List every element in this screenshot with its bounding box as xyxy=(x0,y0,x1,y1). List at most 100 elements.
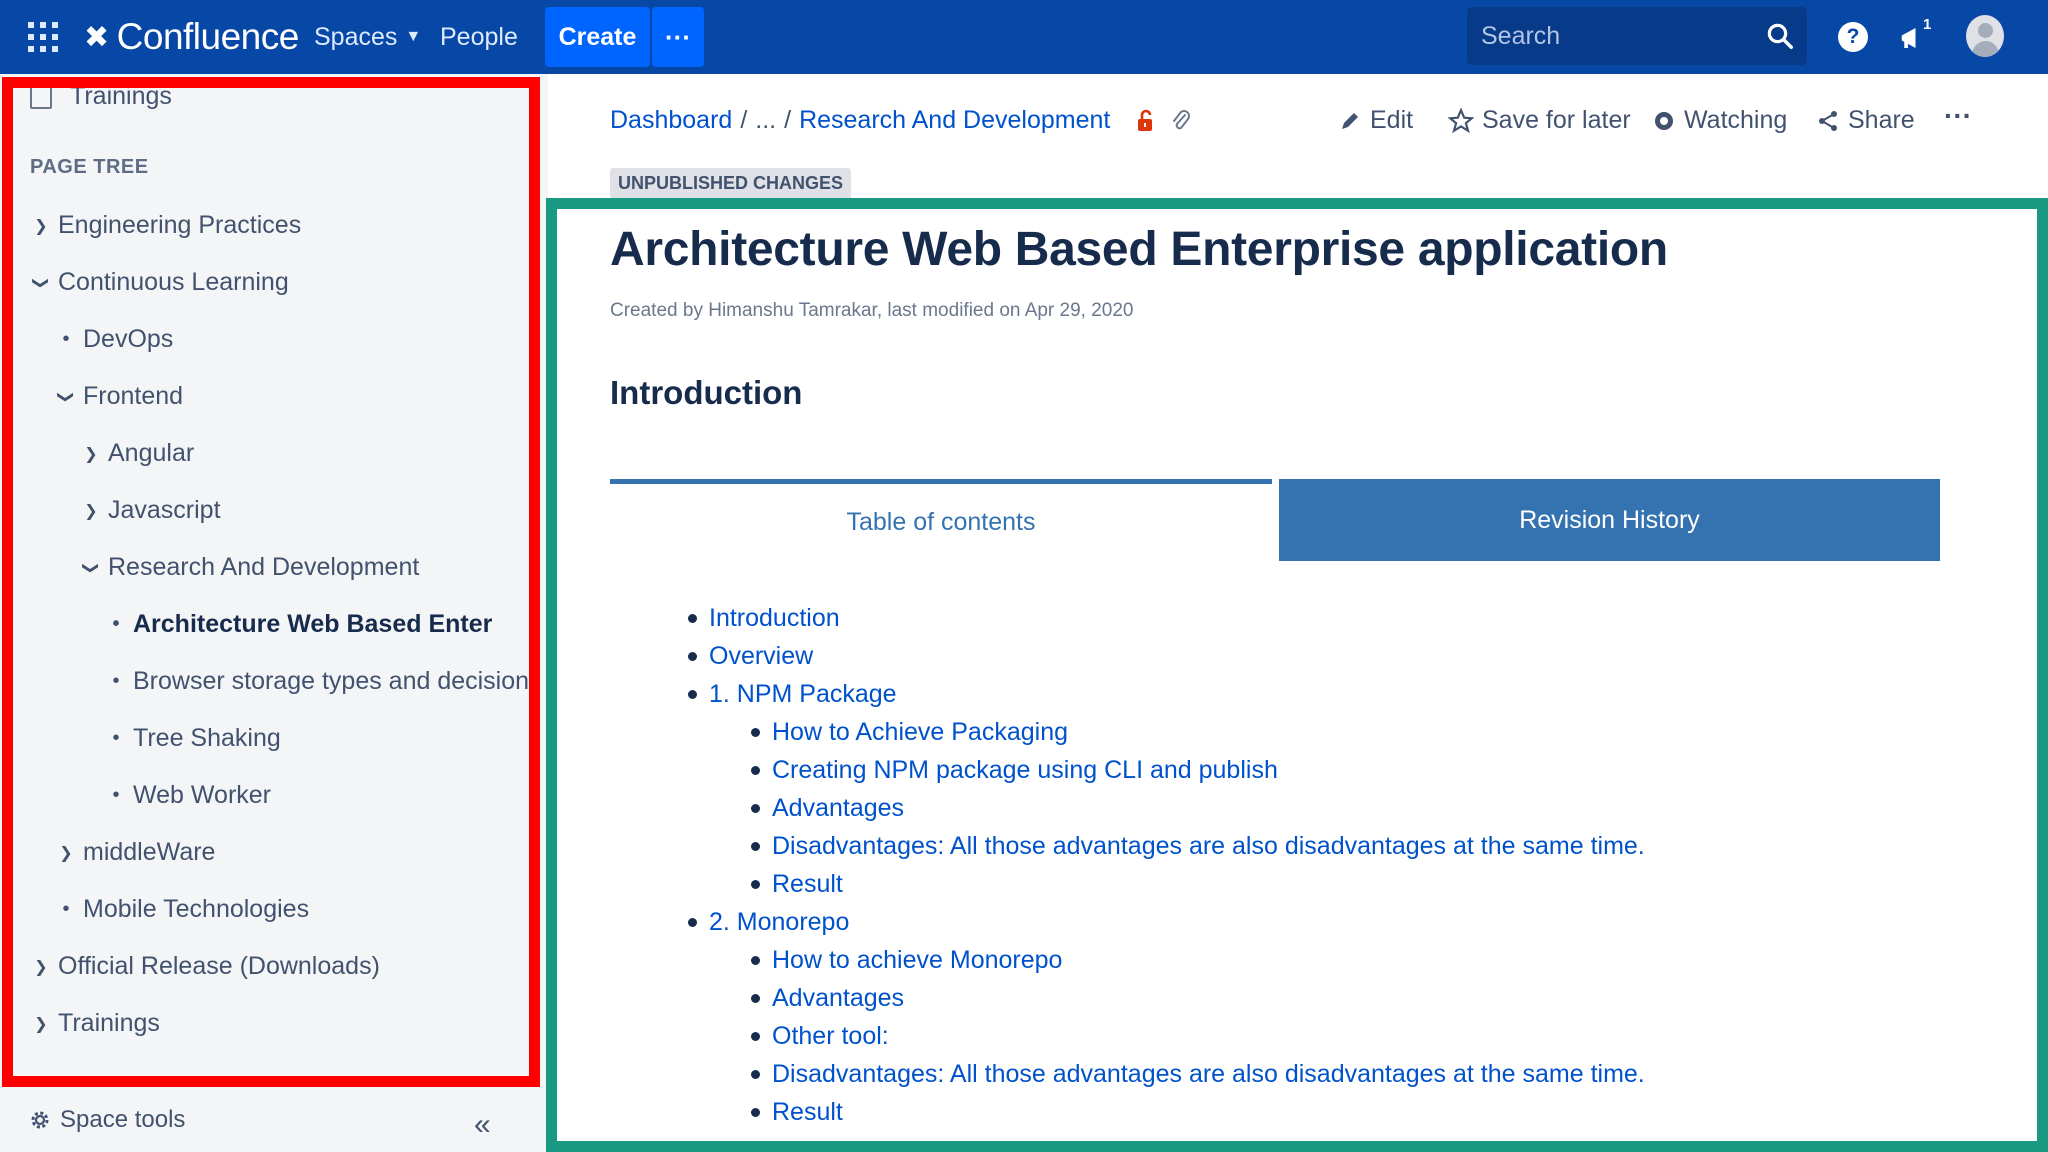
sidebar-tree-item[interactable]: • DevOps xyxy=(55,325,173,354)
chevron-down-icon[interactable]: ❯ xyxy=(31,272,51,294)
sidebar-tree-item[interactable]: ❯ Javascript xyxy=(80,496,220,525)
toc-link[interactable]: Disadvantages: All those advantages are … xyxy=(772,832,1645,861)
sidebar-tree-item[interactable]: ❯ Official Release (Downloads) xyxy=(30,952,380,981)
chevron-right-icon[interactable]: ❯ xyxy=(30,216,52,236)
toc-item[interactable]: Introduction xyxy=(688,604,840,633)
toc-link[interactable]: 2. Monorepo xyxy=(709,908,849,937)
sidebar-item-trainings-shortcut[interactable]: Trainings xyxy=(30,82,172,111)
toc-link[interactable]: Disadvantages: All those advantages are … xyxy=(772,1060,1645,1089)
breadcrumb-dashboard[interactable]: Dashboard xyxy=(610,106,732,135)
top-navigation-bar: ✖ Confluence Spaces ▼ People Create ··· … xyxy=(0,0,2048,74)
edit-button[interactable]: Edit xyxy=(1338,106,1413,135)
breadcrumb-research-and-development[interactable]: Research And Development xyxy=(799,106,1110,135)
app-name: Confluence xyxy=(116,16,300,57)
people-link[interactable]: People xyxy=(440,20,518,54)
chevron-right-icon[interactable]: ❯ xyxy=(55,843,77,863)
toc-link[interactable]: Result xyxy=(772,870,843,899)
sidebar-tree-item[interactable]: • Tree Shaking xyxy=(105,724,280,753)
collapse-sidebar-button[interactable]: « xyxy=(474,1108,491,1142)
bullet-icon xyxy=(751,804,760,813)
toc-link[interactable]: How to achieve Monorepo xyxy=(772,946,1062,975)
sidebar-item-label: Web Worker xyxy=(133,781,272,809)
chevron-right-icon[interactable]: ❯ xyxy=(30,957,52,977)
unlocked-restriction-icon[interactable] xyxy=(1134,108,1158,134)
toc-item[interactable]: 2. Monorepo xyxy=(688,908,849,937)
sidebar-tree-item[interactable]: ❯ middleWare xyxy=(55,838,215,867)
toc-link[interactable]: Advantages xyxy=(772,984,904,1013)
sidebar-tree-item[interactable]: ❯ Frontend xyxy=(55,382,183,411)
confluence-logo[interactable]: ✖ Confluence xyxy=(84,14,299,60)
toc-link[interactable]: Creating NPM package using CLI and publi… xyxy=(772,756,1278,785)
breadcrumb-ellipsis[interactable]: ... xyxy=(755,106,776,135)
more-actions-button[interactable]: ··· xyxy=(1944,100,1972,132)
page-tree-heading: PAGE TREE xyxy=(30,156,149,178)
star-icon xyxy=(1448,107,1474,133)
toc-link[interactable]: Overview xyxy=(709,642,813,671)
toc-item[interactable]: Other tool: xyxy=(751,1022,889,1051)
save-for-later-label: Save for later xyxy=(1482,106,1631,134)
sidebar-item-label: Trainings xyxy=(70,82,172,110)
chevron-right-icon[interactable]: ❯ xyxy=(80,444,102,464)
toc-item[interactable]: Creating NPM package using CLI and publi… xyxy=(751,756,1278,785)
user-avatar[interactable] xyxy=(1966,15,2004,57)
chevron-right-icon[interactable]: ❯ xyxy=(30,1014,52,1034)
tab-table-of-contents[interactable]: Table of contents xyxy=(610,479,1272,561)
avatar-head xyxy=(1978,23,1993,38)
search-input[interactable]: Search xyxy=(1467,7,1807,65)
chevron-right-icon[interactable]: ❯ xyxy=(80,501,102,521)
toc-link[interactable]: 1. NPM Package xyxy=(709,680,897,709)
toc-link[interactable]: Other tool: xyxy=(772,1022,889,1051)
sidebar-tree-item[interactable]: ❯ Engineering Practices xyxy=(30,211,301,240)
toc-item[interactable]: Result xyxy=(751,870,843,899)
toc-item[interactable]: Disadvantages: All those advantages are … xyxy=(751,832,1645,861)
gear-icon xyxy=(31,1111,49,1129)
create-button[interactable]: Create xyxy=(545,7,650,67)
bullet-icon: • xyxy=(62,898,70,920)
toc-item[interactable]: How to Achieve Packaging xyxy=(751,718,1068,747)
sidebar-item-label: Frontend xyxy=(83,382,184,410)
sidebar-item-label: Architecture Web Based Enterprise xyxy=(133,610,493,638)
toc-item[interactable]: Advantages xyxy=(751,794,904,823)
attachment-icon[interactable] xyxy=(1170,108,1192,134)
bullet-icon xyxy=(688,690,697,699)
toc-item[interactable]: Overview xyxy=(688,642,813,671)
create-more-button[interactable]: ··· xyxy=(652,7,704,67)
sidebar-tree-item[interactable]: ❯ Trainings xyxy=(30,1009,160,1038)
notification-count-badge: 1 xyxy=(1920,16,1935,33)
share-button[interactable]: Share xyxy=(1816,106,1915,135)
save-for-later-button[interactable]: Save for later xyxy=(1448,106,1631,135)
space-tools-button[interactable]: Space tools xyxy=(28,1106,185,1134)
toc-link[interactable]: Advantages xyxy=(772,794,904,823)
pencil-icon xyxy=(1342,112,1358,129)
toc-link[interactable]: Result xyxy=(772,1098,843,1127)
sidebar-tree-item[interactable]: • Mobile Technologies xyxy=(55,895,309,924)
bullet-icon xyxy=(688,614,697,623)
spaces-menu-button[interactable]: Spaces ▼ xyxy=(314,20,421,54)
watching-button[interactable]: Watching xyxy=(1652,106,1787,135)
bullet-icon: • xyxy=(112,727,120,749)
search-icon[interactable] xyxy=(1765,21,1795,51)
sidebar-tree-item[interactable]: • Architecture Web Based Enterprise xyxy=(105,610,493,639)
toc-link[interactable]: Introduction xyxy=(709,604,840,633)
toc-item[interactable]: Result xyxy=(751,1098,843,1127)
app-switcher-icon[interactable] xyxy=(28,20,58,54)
sidebar-tree-item[interactable]: ❯ Angular xyxy=(80,439,194,468)
sidebar-tree-item[interactable]: ❯ Continuous Learning xyxy=(30,268,289,297)
notifications-icon[interactable]: 1 xyxy=(1898,16,1938,58)
toc-item[interactable]: 1. NPM Package xyxy=(688,680,897,709)
sidebar-tree-item[interactable]: ❯ Research And Development xyxy=(80,553,419,582)
sidebar-tree-item[interactable]: • Web Worker xyxy=(105,781,271,810)
bullet-icon xyxy=(751,766,760,775)
sidebar-item-label: Trainings xyxy=(58,1009,160,1037)
help-icon[interactable]: ? xyxy=(1838,22,1868,52)
sidebar-item-label: Research And Development xyxy=(108,553,420,581)
toc-item[interactable]: Advantages xyxy=(751,984,904,1013)
sidebar-tree-item[interactable]: • Browser storage types and decision xyxy=(105,667,529,696)
tab-revision-history[interactable]: Revision History xyxy=(1279,479,1940,561)
chevron-down-icon[interactable]: ❯ xyxy=(81,557,101,579)
chevron-down-icon[interactable]: ❯ xyxy=(56,386,76,408)
unpublished-changes-badge[interactable]: UNPUBLISHED CHANGES xyxy=(610,168,852,199)
toc-item[interactable]: How to achieve Monorepo xyxy=(751,946,1062,975)
toc-item[interactable]: Disadvantages: All those advantages are … xyxy=(751,1060,1645,1089)
toc-link[interactable]: How to Achieve Packaging xyxy=(772,718,1068,747)
